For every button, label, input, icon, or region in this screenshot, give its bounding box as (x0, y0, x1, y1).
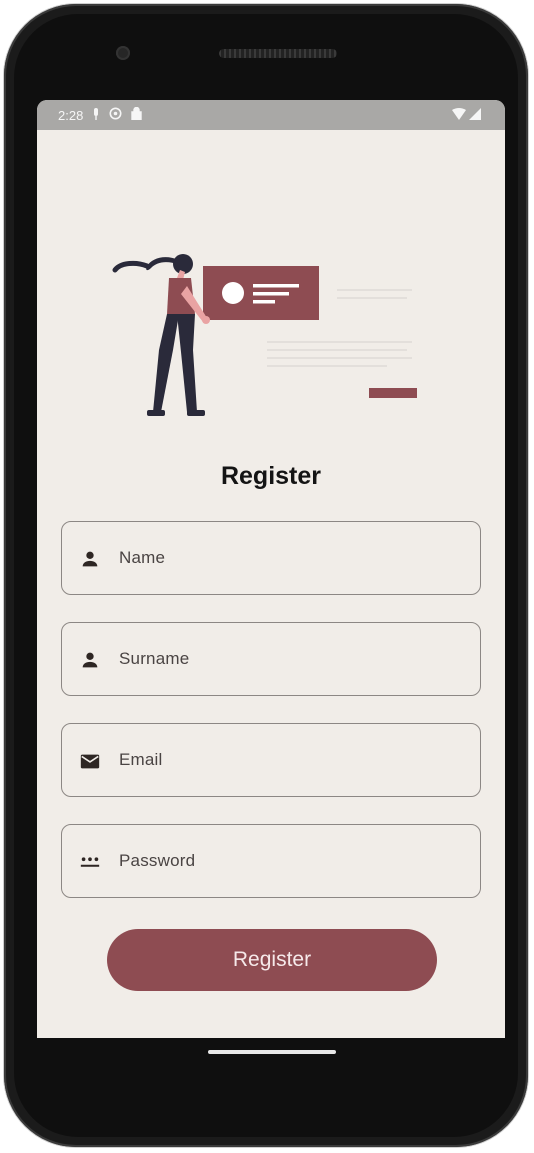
surname-field-label: Surname (119, 649, 190, 668)
person-icon (79, 548, 101, 570)
password-field-label: Password (119, 851, 196, 870)
name-field-label: Name (119, 548, 166, 567)
front-camera (116, 46, 130, 60)
navigation-bar (37, 1038, 505, 1108)
password-field[interactable]: Password (61, 824, 481, 898)
status-bar: 2:28 (37, 100, 505, 130)
page-title: Register (220, 462, 322, 490)
email-field[interactable]: Email (61, 723, 481, 797)
nfc-icon (109, 107, 122, 123)
app-screen: 2:28 Register Name Surname Email Passwor… (37, 100, 505, 1038)
name-field[interactable]: Name (61, 521, 481, 595)
surname-field[interactable]: Surname (61, 622, 481, 696)
home-gesture-handle[interactable] (208, 1050, 336, 1054)
wifi-icon (452, 108, 466, 123)
mail-icon (79, 750, 101, 772)
email-field-label: Email (119, 750, 163, 769)
earpiece-speaker (219, 49, 337, 58)
register-button[interactable]: Register (107, 929, 437, 991)
woman-holding-card-illustration (112, 254, 417, 416)
mic-icon (92, 107, 100, 123)
lock-icon (131, 106, 143, 123)
password-icon (79, 851, 101, 873)
person-icon (79, 649, 101, 671)
status-time: 2:28 (58, 107, 84, 123)
signal-icon (469, 108, 481, 123)
